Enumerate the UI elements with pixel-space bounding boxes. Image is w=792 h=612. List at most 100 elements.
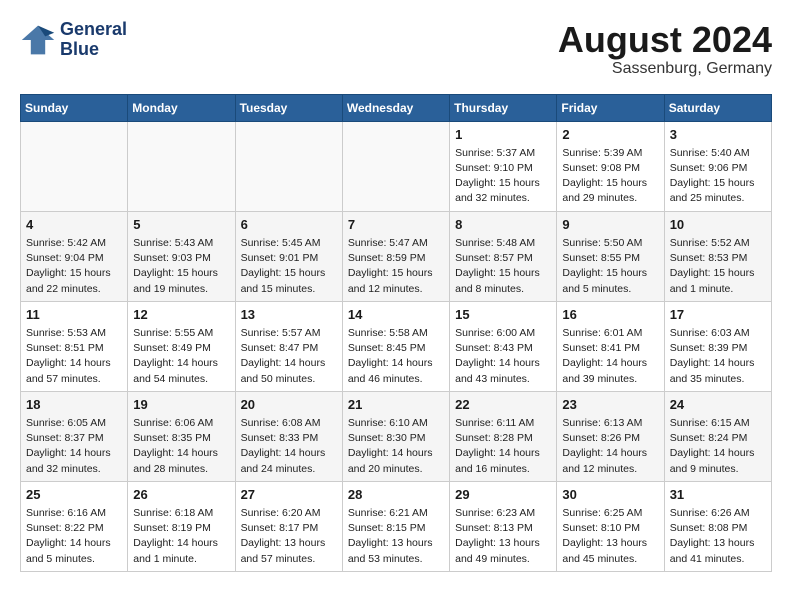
day-info: Sunrise: 5:39 AMSunset: 9:08 PMDaylight:… bbox=[562, 146, 658, 207]
day-number: 14 bbox=[348, 306, 444, 324]
day-number: 11 bbox=[26, 306, 122, 324]
table-row bbox=[235, 121, 342, 211]
table-row: 24 Sunrise: 6:15 AMSunset: 8:24 PMDayligh… bbox=[664, 391, 771, 481]
table-row: 30 Sunrise: 6:25 AMSunset: 8:10 PMDayligh… bbox=[557, 481, 664, 571]
day-info: Sunrise: 6:26 AMSunset: 8:08 PMDaylight:… bbox=[670, 506, 766, 567]
day-number: 22 bbox=[455, 396, 551, 414]
day-number: 1 bbox=[455, 126, 551, 144]
day-number: 5 bbox=[133, 216, 229, 234]
table-row: 22 Sunrise: 6:11 AMSunset: 8:28 PMDayligh… bbox=[450, 391, 557, 481]
table-row: 21 Sunrise: 6:10 AMSunset: 8:30 PMDayligh… bbox=[342, 391, 449, 481]
table-row: 23 Sunrise: 6:13 AMSunset: 8:26 PMDayligh… bbox=[557, 391, 664, 481]
day-number: 3 bbox=[670, 126, 766, 144]
day-info: Sunrise: 5:43 AMSunset: 9:03 PMDaylight:… bbox=[133, 236, 229, 297]
day-info: Sunrise: 5:48 AMSunset: 8:57 PMDaylight:… bbox=[455, 236, 551, 297]
table-row: 17Sunrise: 6:03 AMSunset: 8:39 PMDayligh… bbox=[664, 301, 771, 391]
table-row: 1 Sunrise: 5:37 AMSunset: 9:10 PMDaylight… bbox=[450, 121, 557, 211]
day-number: 25 bbox=[26, 486, 122, 504]
day-info: Sunrise: 6:25 AMSunset: 8:10 PMDaylight:… bbox=[562, 506, 658, 567]
day-number: 30 bbox=[562, 486, 658, 504]
day-info: Sunrise: 6:08 AMSunset: 8:33 PMDaylight:… bbox=[241, 416, 337, 477]
calendar-week-3: 11 Sunrise: 5:53 AMSunset: 8:51 PMDayligh… bbox=[21, 301, 772, 391]
table-row: 10Sunrise: 5:52 AMSunset: 8:53 PMDayligh… bbox=[664, 211, 771, 301]
day-number: 29 bbox=[455, 486, 551, 504]
day-info: Sunrise: 6:13 AMSunset: 8:26 PMDaylight:… bbox=[562, 416, 658, 477]
day-number: 15 bbox=[455, 306, 551, 324]
calendar-week-4: 18 Sunrise: 6:05 AMSunset: 8:37 PMDayligh… bbox=[21, 391, 772, 481]
day-number: 19 bbox=[133, 396, 229, 414]
day-info: Sunrise: 6:00 AMSunset: 8:43 PMDaylight:… bbox=[455, 326, 551, 387]
table-row: 14 Sunrise: 5:58 AMSunset: 8:45 PMDayligh… bbox=[342, 301, 449, 391]
table-row: 5 Sunrise: 5:43 AMSunset: 9:03 PMDaylight… bbox=[128, 211, 235, 301]
month-year: August 2024 bbox=[558, 20, 772, 60]
day-number: 8 bbox=[455, 216, 551, 234]
day-info: Sunrise: 5:53 AMSunset: 8:51 PMDaylight:… bbox=[26, 326, 122, 387]
day-info: Sunrise: 6:06 AMSunset: 8:35 PMDaylight:… bbox=[133, 416, 229, 477]
day-number: 23 bbox=[562, 396, 658, 414]
logo-icon bbox=[20, 22, 56, 58]
day-number: 12 bbox=[133, 306, 229, 324]
day-info: Sunrise: 6:16 AMSunset: 8:22 PMDaylight:… bbox=[26, 506, 122, 567]
day-number: 17 bbox=[670, 306, 766, 324]
calendar-week-2: 4 Sunrise: 5:42 AMSunset: 9:04 PMDaylight… bbox=[21, 211, 772, 301]
day-number: 13 bbox=[241, 306, 337, 324]
day-info: Sunrise: 6:15 AMSunset: 8:24 PMDaylight:… bbox=[670, 416, 766, 477]
table-row: 2 Sunrise: 5:39 AMSunset: 9:08 PMDaylight… bbox=[557, 121, 664, 211]
day-info: Sunrise: 6:10 AMSunset: 8:30 PMDaylight:… bbox=[348, 416, 444, 477]
calendar-week-1: 1 Sunrise: 5:37 AMSunset: 9:10 PMDaylight… bbox=[21, 121, 772, 211]
table-row: 29 Sunrise: 6:23 AMSunset: 8:13 PMDayligh… bbox=[450, 481, 557, 571]
day-info: Sunrise: 5:50 AMSunset: 8:55 PMDaylight:… bbox=[562, 236, 658, 297]
day-info: Sunrise: 5:57 AMSunset: 8:47 PMDaylight:… bbox=[241, 326, 337, 387]
day-info: Sunrise: 6:21 AMSunset: 8:15 PMDaylight:… bbox=[348, 506, 444, 567]
day-number: 10 bbox=[670, 216, 766, 234]
day-number: 27 bbox=[241, 486, 337, 504]
table-row bbox=[342, 121, 449, 211]
location: Sassenburg, Germany bbox=[558, 60, 772, 78]
day-number: 2 bbox=[562, 126, 658, 144]
table-row: 9 Sunrise: 5:50 AMSunset: 8:55 PMDaylight… bbox=[557, 211, 664, 301]
day-info: Sunrise: 5:40 AMSunset: 9:06 PMDaylight:… bbox=[670, 146, 766, 207]
day-number: 31 bbox=[670, 486, 766, 504]
day-number: 4 bbox=[26, 216, 122, 234]
table-row: 28 Sunrise: 6:21 AMSunset: 8:15 PMDayligh… bbox=[342, 481, 449, 571]
day-number: 18 bbox=[26, 396, 122, 414]
table-row: 25 Sunrise: 6:16 AMSunset: 8:22 PMDayligh… bbox=[21, 481, 128, 571]
logo: General Blue bbox=[20, 20, 127, 60]
table-row: 31 Sunrise: 6:26 AMSunset: 8:08 PMDayligh… bbox=[664, 481, 771, 571]
table-row: 15 Sunrise: 6:00 AMSunset: 8:43 PMDayligh… bbox=[450, 301, 557, 391]
table-row: 16 Sunrise: 6:01 AMSunset: 8:41 PMDayligh… bbox=[557, 301, 664, 391]
table-row bbox=[128, 121, 235, 211]
page-header: General Blue August 2024 Sassenburg, Ger… bbox=[20, 20, 772, 78]
table-row: 4 Sunrise: 5:42 AMSunset: 9:04 PMDaylight… bbox=[21, 211, 128, 301]
header-tuesday: Tuesday bbox=[235, 94, 342, 121]
title-block: August 2024 Sassenburg, Germany bbox=[558, 20, 772, 78]
table-row: 3 Sunrise: 5:40 AMSunset: 9:06 PMDaylight… bbox=[664, 121, 771, 211]
day-info: Sunrise: 5:42 AMSunset: 9:04 PMDaylight:… bbox=[26, 236, 122, 297]
header-wednesday: Wednesday bbox=[342, 94, 449, 121]
day-info: Sunrise: 6:23 AMSunset: 8:13 PMDaylight:… bbox=[455, 506, 551, 567]
table-row bbox=[21, 121, 128, 211]
calendar-table: Sunday Monday Tuesday Wednesday Thursday… bbox=[20, 94, 772, 572]
day-info: Sunrise: 5:47 AMSunset: 8:59 PMDaylight:… bbox=[348, 236, 444, 297]
day-number: 24 bbox=[670, 396, 766, 414]
header-friday: Friday bbox=[557, 94, 664, 121]
day-number: 26 bbox=[133, 486, 229, 504]
day-number: 28 bbox=[348, 486, 444, 504]
day-info: Sunrise: 5:58 AMSunset: 8:45 PMDaylight:… bbox=[348, 326, 444, 387]
day-number: 16 bbox=[562, 306, 658, 324]
table-row: 12 Sunrise: 5:55 AMSunset: 8:49 PMDayligh… bbox=[128, 301, 235, 391]
header-thursday: Thursday bbox=[450, 94, 557, 121]
table-row: 18 Sunrise: 6:05 AMSunset: 8:37 PMDayligh… bbox=[21, 391, 128, 481]
day-info: Sunrise: 5:55 AMSunset: 8:49 PMDaylight:… bbox=[133, 326, 229, 387]
day-number: 9 bbox=[562, 216, 658, 234]
table-row: 19 Sunrise: 6:06 AMSunset: 8:35 PMDayligh… bbox=[128, 391, 235, 481]
day-number: 20 bbox=[241, 396, 337, 414]
day-info: Sunrise: 5:37 AMSunset: 9:10 PMDaylight:… bbox=[455, 146, 551, 207]
calendar-body: 1 Sunrise: 5:37 AMSunset: 9:10 PMDaylight… bbox=[21, 121, 772, 571]
day-number: 6 bbox=[241, 216, 337, 234]
day-info: Sunrise: 6:11 AMSunset: 8:28 PMDaylight:… bbox=[455, 416, 551, 477]
table-row: 13 Sunrise: 5:57 AMSunset: 8:47 PMDayligh… bbox=[235, 301, 342, 391]
day-info: Sunrise: 6:05 AMSunset: 8:37 PMDaylight:… bbox=[26, 416, 122, 477]
day-info: Sunrise: 6:01 AMSunset: 8:41 PMDaylight:… bbox=[562, 326, 658, 387]
day-number: 21 bbox=[348, 396, 444, 414]
